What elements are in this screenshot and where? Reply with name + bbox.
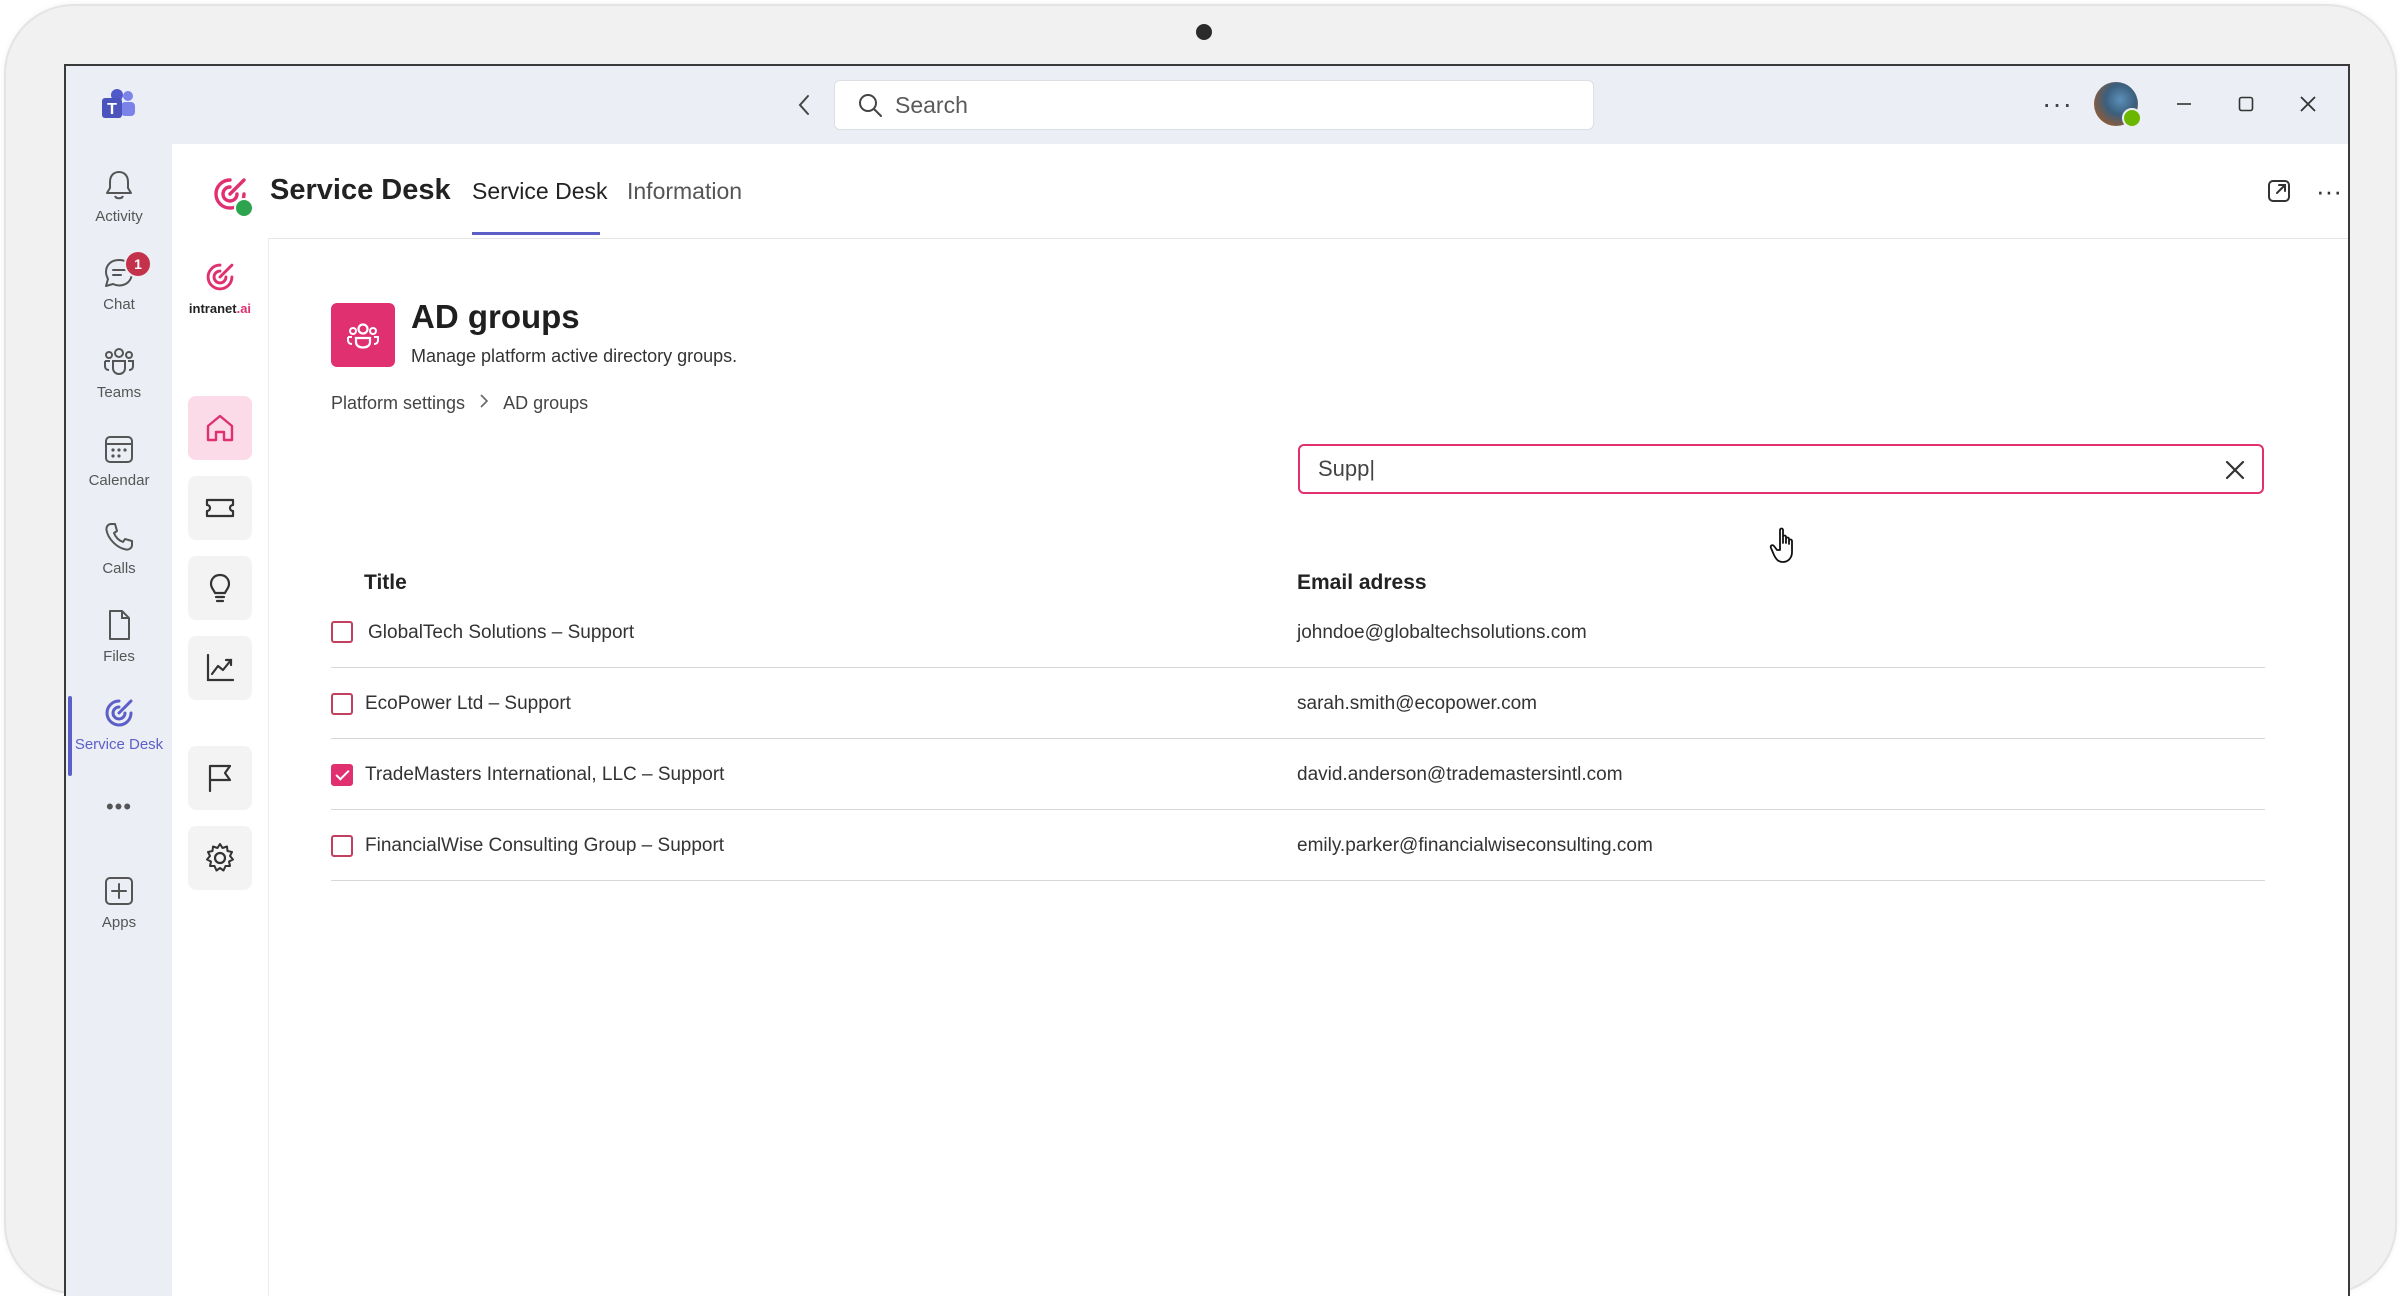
global-search-input[interactable]: [893, 90, 1497, 120]
more-apps-icon[interactable]: •••: [66, 794, 172, 834]
teams-logo-icon: T: [102, 89, 135, 118]
teams-rail: Activity 1 Chat Teams Calendar Calls Fil…: [66, 144, 172, 1296]
home-button[interactable]: [188, 396, 252, 460]
rail-item-calendar[interactable]: Calendar: [66, 432, 172, 514]
rail-label: Service Desk: [74, 736, 164, 753]
filter-input[interactable]: [1316, 455, 2180, 483]
rail-label: Files: [103, 648, 135, 665]
main-content: AD groups Manage platform active directo…: [269, 238, 2348, 1296]
hand-cursor-icon: [1769, 527, 1793, 563]
back-arrow-icon[interactable]: [789, 90, 819, 120]
rail-label: Chat: [103, 296, 135, 313]
add-app-icon: [105, 877, 133, 905]
chart-trend-icon: [206, 653, 235, 682]
groups-icon: [331, 303, 395, 367]
flag-icon: [208, 764, 232, 793]
row-title: TradeMasters International, LLC – Suppor…: [365, 764, 725, 785]
camera: [1196, 24, 1212, 40]
rail-label: Teams: [96, 384, 142, 401]
title-bar: T ···: [66, 66, 2348, 144]
intranet-logo-icon: [206, 263, 234, 291]
active-tab-indicator: [472, 232, 600, 235]
intranet-logo: intranet.ai: [186, 260, 254, 316]
row-checkbox[interactable]: [331, 835, 353, 857]
app-more-options-icon[interactable]: ···: [2312, 174, 2346, 208]
minimize-icon[interactable]: [2166, 86, 2202, 122]
breadcrumb: Platform settings AD groups: [331, 393, 588, 414]
teams-icon: [104, 348, 134, 376]
rail-item-calls[interactable]: Calls: [66, 520, 172, 602]
row-email: johndoe@globaltechsolutions.com: [1297, 622, 1587, 643]
clear-icon[interactable]: [2222, 457, 2248, 483]
intranet-logo-text: intranet.ai: [188, 301, 252, 316]
rail-item-teams[interactable]: Teams: [66, 344, 172, 426]
file-icon: [109, 610, 130, 640]
lightbulb-icon: [209, 573, 231, 603]
more-options-icon[interactable]: ···: [2042, 88, 2073, 120]
teams-window: T ···: [64, 64, 2350, 1296]
search-icon: [859, 94, 882, 117]
column-header-title[interactable]: Title: [364, 571, 407, 595]
pop-out-icon[interactable]: [2262, 174, 2296, 208]
filter-field[interactable]: [1298, 444, 2264, 494]
app-title: Service Desk: [270, 174, 451, 206]
rail-label: Calls: [102, 560, 136, 577]
maximize-icon[interactable]: [2228, 86, 2264, 122]
rail-item-chat[interactable]: 1 Chat: [66, 250, 172, 338]
row-checkbox-checked[interactable]: [331, 764, 353, 786]
chat-unread-badge: 1: [124, 250, 152, 278]
page-title: AD groups: [411, 298, 580, 335]
analytics-button[interactable]: [188, 636, 252, 700]
service-desk-app-icon: [210, 174, 254, 218]
table-row[interactable]: TradeMasters International, LLC – Suppor…: [331, 739, 2265, 810]
phone-icon: [105, 523, 133, 551]
table-row[interactable]: FinancialWise Consulting Group – Support…: [331, 810, 2265, 881]
bell-icon: [106, 171, 132, 200]
rail-item-apps[interactable]: Apps: [66, 874, 172, 956]
tab-service-desk[interactable]: Service Desk: [472, 178, 607, 205]
table-row[interactable]: EcoPower Ltd – Support sarah.smith@ecopo…: [331, 668, 2265, 739]
rail-label: Activity: [95, 208, 143, 225]
settings-button[interactable]: [188, 826, 252, 890]
home-icon: [206, 414, 234, 442]
row-checkbox[interactable]: [331, 693, 353, 715]
row-title: GlobalTech Solutions – Support: [368, 622, 635, 643]
tab-information[interactable]: Information: [627, 178, 742, 205]
app-sidebar: intranet.ai: [172, 238, 269, 1296]
breadcrumb-platform-settings[interactable]: Platform settings: [331, 393, 465, 414]
close-window-icon[interactable]: [2290, 86, 2326, 122]
row-email: emily.parker@financialwiseconsulting.com: [1297, 835, 1653, 856]
table-row[interactable]: GlobalTech Solutions – Support johndoe@g…: [331, 597, 2265, 668]
tickets-button[interactable]: [188, 476, 252, 540]
ticket-icon: [205, 498, 235, 518]
page-subtitle: Manage platform active directory groups.: [411, 346, 738, 366]
rail-item-files[interactable]: Files: [66, 608, 172, 690]
gear-icon: [206, 843, 234, 872]
device-frame: T ···: [4, 4, 2397, 1296]
status-ok-icon: [234, 198, 254, 218]
calendar-icon: [105, 436, 133, 463]
ideas-button[interactable]: [188, 556, 252, 620]
row-checkbox[interactable]: [331, 621, 353, 643]
chevron-right-icon: [479, 393, 489, 414]
row-title: EcoPower Ltd – Support: [365, 693, 571, 714]
row-email: david.anderson@trademastersintl.com: [1297, 764, 1623, 785]
breadcrumb-ad-groups: AD groups: [503, 393, 589, 413]
rail-label: Calendar: [88, 472, 150, 489]
rail-label: Apps: [101, 914, 137, 931]
app-header: Service Desk Service Desk Information ··…: [172, 144, 2348, 239]
row-title: FinancialWise Consulting Group – Support: [365, 835, 725, 856]
avatar[interactable]: [2094, 82, 2142, 128]
global-search[interactable]: [834, 80, 1594, 130]
rail-item-service-desk[interactable]: Service Desk: [66, 696, 172, 778]
row-email: sarah.smith@ecopower.com: [1297, 693, 1537, 714]
service-desk-icon: [105, 699, 133, 727]
svg-text:T: T: [107, 101, 117, 118]
column-header-email[interactable]: Email adress: [1297, 571, 1427, 595]
reports-button[interactable]: [188, 746, 252, 810]
rail-item-activity[interactable]: Activity: [66, 168, 172, 250]
presence-available-icon: [2122, 108, 2142, 128]
